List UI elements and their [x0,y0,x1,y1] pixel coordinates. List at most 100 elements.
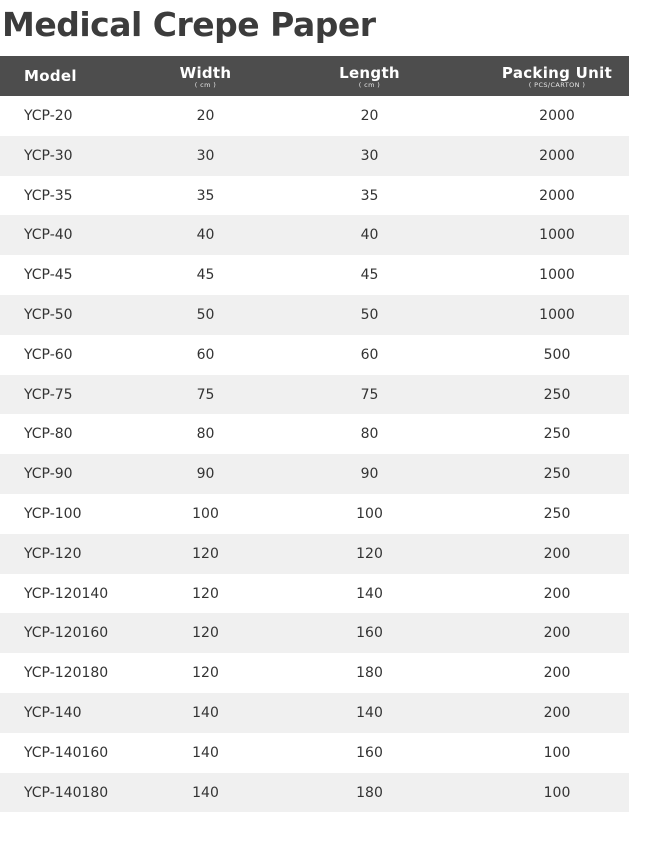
cell-width: 20 [196,108,215,124]
cell-width: 40 [196,227,215,244]
cell-packing: 200 [543,665,571,682]
table-row: YCP-30 30 30 2000 [0,135,629,176]
cell-packing: 200 [543,625,571,642]
cell-width: 35 [196,187,215,204]
cell-width: 50 [196,306,215,323]
cell-width: 120 [192,585,219,602]
table-row: YCP-140180 140 180 100 [0,772,629,813]
cell-length: 30 [360,147,379,164]
cell-length: 90 [360,466,379,483]
cell-length: 50 [360,306,379,323]
cell-width: 140 [192,704,219,721]
cell-model: YCP-45 [24,267,73,284]
cell-width: 90 [196,466,215,483]
column-header-length: Length ( cm ) [312,56,427,96]
cell-width: 140 [192,784,219,801]
cell-packing: 250 [543,386,571,403]
cell-model: YCP-80 [24,426,73,443]
cell-packing: 1000 [539,306,575,323]
cell-length: 160 [356,625,383,642]
cell-width: 45 [196,267,215,284]
cell-packing: 250 [543,466,571,483]
cell-packing: 500 [543,346,571,363]
cell-length: 140 [356,585,383,602]
column-header-packing-label: Packing Unit [501,64,613,82]
cell-width: 120 [192,545,219,562]
cell-width: 120 [192,665,219,682]
page-title: Medical Crepe Paper [2,5,376,44]
cell-packing: 250 [543,426,571,443]
table-row: YCP-80 80 80 250 [0,414,629,454]
cell-packing: 200 [543,704,571,721]
cell-width: 60 [196,346,215,363]
cell-model: YCP-140160 [24,744,109,761]
cell-model: YCP-140 [24,704,82,721]
cell-packing: 100 [543,744,571,761]
cell-model: YCP-90 [24,466,73,483]
table-row: YCP-35 35 35 2000 [0,176,629,216]
column-header-width-unit: ( cm ) [194,81,217,89]
column-header-width: Width ( cm ) [148,56,263,96]
table-row: YCP-20 20 20 2000 [0,96,629,136]
table-row: YCP-120180 120 180 200 [0,653,629,693]
table-row: YCP-140160 140 160 100 [0,733,629,773]
cell-width: 100 [192,505,219,522]
table-row: YCP-40 40 40 1000 [0,215,629,256]
cell-length: 180 [356,784,383,801]
column-header-length-label: Length [339,64,400,82]
cell-width: 75 [196,386,215,403]
table-row: YCP-50 50 50 1000 [0,294,629,335]
table-row: YCP-120 120 120 200 [0,533,629,574]
cell-length: 120 [356,545,383,562]
table-body: YCP-20 20 20 2000 YCP-30 30 30 2000 YCP-35 35 35 20… [0,96,629,813]
cell-model: YCP-120140 [24,585,109,602]
table-row: YCP-90 90 90 250 [0,454,629,494]
cell-packing: 1000 [539,267,575,284]
column-header-packing-unit: ( PCS/CARTON ) [528,81,586,89]
cell-model: YCP-60 [24,346,73,363]
table-row: YCP-75 75 75 250 [0,374,629,415]
cell-length: 35 [360,187,379,204]
cell-packing: 2000 [539,147,575,164]
cell-packing: 1000 [539,227,575,244]
cell-width: 120 [192,625,219,642]
cell-model: YCP-120160 [24,625,109,642]
cell-model: YCP-100 [24,505,82,522]
column-header-model: Model [0,56,110,96]
table-row: YCP-60 60 60 500 [0,335,629,375]
cell-model: YCP-75 [24,386,73,403]
cell-packing: 100 [543,784,571,801]
cell-packing: 200 [543,545,571,562]
cell-width: 80 [196,426,215,443]
cell-length: 80 [360,426,379,443]
column-header-model-label: Model [24,67,77,85]
column-header-length-unit: ( cm ) [358,81,381,89]
cell-packing: 2000 [539,187,575,204]
cell-model: YCP-20 [24,108,73,124]
table-row: YCP-140 140 140 200 [0,692,629,733]
table-row: YCP-45 45 45 1000 [0,255,629,295]
cell-length: 20 [360,108,379,124]
spec-table: Model Width ( cm ) Length ( cm ) Packing… [0,56,629,813]
column-header-width-label: Width [179,64,232,82]
table-row: YCP-100 100 100 250 [0,494,629,534]
cell-model: YCP-120 [24,545,82,562]
cell-model: YCP-35 [24,187,73,204]
cell-length: 100 [356,505,383,522]
cell-length: 75 [360,386,379,403]
cell-length: 40 [360,227,379,244]
cell-packing: 2000 [539,108,575,124]
table-row: YCP-120160 120 160 200 [0,613,629,654]
cell-model: YCP-40 [24,227,73,244]
cell-length: 45 [360,267,379,284]
cell-model: YCP-30 [24,147,73,164]
cell-length: 60 [360,346,379,363]
cell-width: 30 [196,147,215,164]
cell-model: YCP-140180 [24,784,109,801]
cell-length: 160 [356,744,383,761]
cell-length: 140 [356,704,383,721]
cell-model: YCP-50 [24,306,73,323]
cell-model: YCP-120180 [24,665,109,682]
table-row: YCP-120140 120 140 200 [0,574,629,614]
cell-packing: 200 [543,585,571,602]
